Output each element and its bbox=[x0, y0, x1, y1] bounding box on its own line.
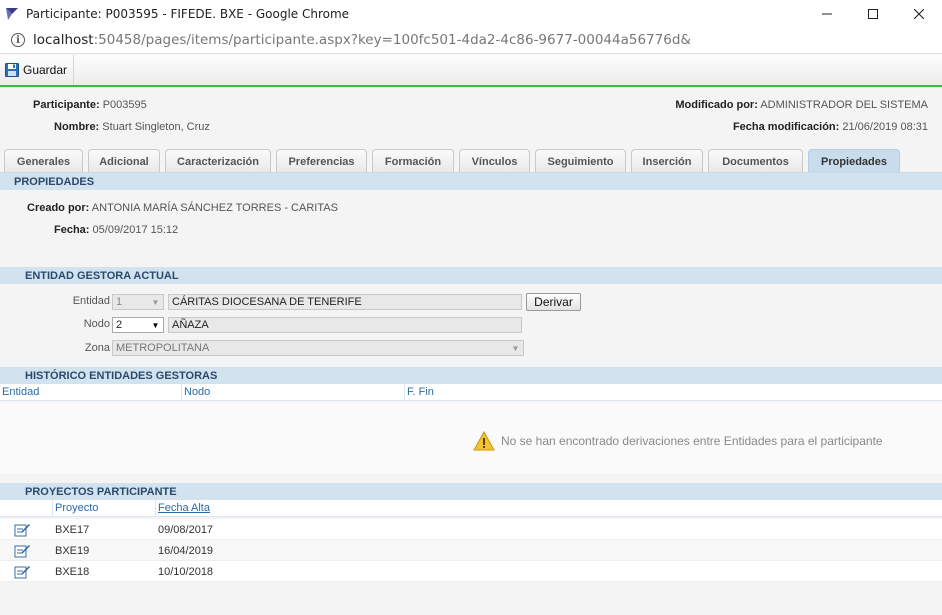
tab-vinculos[interactable]: Vínculos bbox=[459, 149, 530, 173]
nodo-code-select[interactable]: 2 ▼ bbox=[112, 317, 164, 333]
warning-icon bbox=[473, 431, 495, 451]
zona-select[interactable]: METROPOLITANA ▼ bbox=[112, 340, 524, 356]
tab-documentos[interactable]: Documentos bbox=[708, 149, 803, 173]
fecha-alta-cell: 10/10/2018 bbox=[158, 566, 214, 578]
tab-formacion[interactable]: Formación bbox=[372, 149, 454, 173]
proyectos-grid-header: Proyecto Fecha Alta bbox=[0, 500, 942, 517]
tab-preferencias[interactable]: Preferencias bbox=[276, 149, 367, 173]
fecha-creacion-value: 05/09/2017 15:12 bbox=[92, 224, 179, 236]
entidad-code-value: 1 bbox=[116, 296, 123, 308]
tab-strip: Generales Adicional Caracterización Pref… bbox=[4, 149, 905, 173]
maximize-button[interactable] bbox=[850, 0, 896, 27]
close-button[interactable] bbox=[896, 0, 942, 27]
url-path: :50458/pages/items/participante.aspx?key… bbox=[93, 32, 691, 48]
nodo-label: Nodo bbox=[83, 318, 110, 330]
edit-icon[interactable] bbox=[14, 564, 31, 579]
historico-col-nodo[interactable]: Nodo bbox=[181, 384, 210, 401]
chevron-down-icon: ▼ bbox=[151, 320, 160, 330]
fecha-modificacion-value: 21/06/2019 08:31 bbox=[842, 121, 928, 133]
nodo-code-value: 2 bbox=[116, 319, 123, 331]
participante-label: Participante: bbox=[33, 99, 100, 111]
chevron-down-icon: ▼ bbox=[151, 297, 160, 307]
proyecto-cell: BXE19 bbox=[55, 545, 90, 557]
nombre-value: Stuart Singleton, Cruz bbox=[102, 121, 210, 133]
tab-seguimiento[interactable]: Seguimiento bbox=[535, 149, 626, 173]
proyecto-cell: BXE18 bbox=[55, 566, 90, 578]
creado-info: Creado por: ANTONIA MARÍA SÁNCHEZ TORRES… bbox=[27, 202, 338, 214]
chevron-down-icon: ▼ bbox=[511, 343, 520, 353]
edit-icon[interactable] bbox=[14, 543, 31, 558]
tab-generales[interactable]: Generales bbox=[4, 149, 83, 173]
modificado-label: Modificado por: bbox=[675, 99, 758, 111]
close-icon bbox=[914, 8, 924, 19]
tab-propiedades[interactable]: Propiedades bbox=[808, 149, 900, 173]
tab-caracterizacion[interactable]: Caracterización bbox=[165, 149, 271, 173]
historico-empty-message: No se han encontrado derivaciones entre … bbox=[501, 434, 883, 448]
proyectos-section-title: PROYECTOS PARTICIPANTE bbox=[0, 483, 942, 500]
entidad-name-field: CÁRITAS DIOCESANA DE TENERIFE bbox=[168, 294, 522, 310]
historico-section-title: HISTÓRICO ENTIDADES GESTORAS bbox=[0, 367, 942, 384]
tab-adicional[interactable]: Adicional bbox=[88, 149, 160, 173]
table-row[interactable]: BXE19 16/04/2019 bbox=[0, 540, 942, 561]
modificado-info: Modificado por: ADMINISTRADOR DEL SISTEM… bbox=[675, 99, 928, 111]
creado-value: ANTONIA MARÍA SÁNCHEZ TORRES - CARITAS bbox=[91, 202, 338, 214]
fecha-alta-cell: 16/04/2019 bbox=[158, 545, 214, 557]
table-row[interactable]: BXE18 10/10/2018 bbox=[0, 561, 942, 582]
url-host: localhost bbox=[33, 32, 94, 48]
participante-value: P003595 bbox=[102, 99, 147, 111]
maximize-icon bbox=[868, 8, 878, 19]
fecha-creacion-label: Fecha: bbox=[54, 224, 90, 236]
participante-info: Participante: P003595 bbox=[33, 99, 147, 111]
tab-insercion[interactable]: Inserción bbox=[631, 149, 703, 173]
historico-col-entidad[interactable]: Entidad bbox=[2, 386, 39, 398]
modificado-value: ADMINISTRADOR DEL SISTEMA bbox=[760, 99, 928, 111]
historico-col-ffin[interactable]: F. Fin bbox=[404, 384, 434, 401]
proyectos-col-proyecto[interactable]: Proyecto bbox=[52, 500, 98, 517]
save-label: Guardar bbox=[23, 63, 68, 77]
fecha-modificacion-label: Fecha modificación: bbox=[732, 121, 840, 133]
fecha-creacion-info: Fecha: 05/09/2017 15:12 bbox=[54, 224, 178, 236]
edit-icon[interactable] bbox=[14, 522, 31, 537]
address-bar[interactable]: i localhost:50458/pages/items/participan… bbox=[0, 27, 942, 54]
derivar-button[interactable]: Derivar bbox=[526, 293, 581, 311]
creado-label: Creado por: bbox=[27, 202, 90, 214]
entidad-gestora-section-title: ENTIDAD GESTORA ACTUAL bbox=[0, 267, 942, 284]
zona-label: Zona bbox=[84, 342, 110, 354]
nodo-name-field: AÑAZA bbox=[168, 317, 522, 333]
proyectos-col-fecha-alta[interactable]: Fecha Alta bbox=[155, 500, 210, 517]
fecha-alta-cell: 09/08/2017 bbox=[158, 524, 214, 536]
fecha-modificacion-info: Fecha modificación: 21/06/2019 08:31 bbox=[733, 121, 928, 133]
window-titlebar: Participante: P003595 - FIFEDE. BXE - Go… bbox=[0, 0, 942, 27]
toolbar: Guardar bbox=[0, 55, 942, 87]
propiedades-section-title: PROPIEDADES bbox=[0, 173, 942, 190]
entidad-code-select[interactable]: 1 ▼ bbox=[112, 294, 164, 310]
save-button[interactable]: Guardar bbox=[0, 55, 75, 85]
minimize-icon bbox=[822, 13, 832, 14]
minimize-button[interactable] bbox=[804, 0, 850, 27]
zona-value: METROPOLITANA bbox=[116, 342, 210, 354]
proyecto-cell: BXE17 bbox=[55, 524, 90, 536]
table-row[interactable]: BXE17 09/08/2017 bbox=[0, 519, 942, 540]
window-title: Participante: P003595 - FIFEDE. BXE - Go… bbox=[26, 6, 350, 21]
nombre-info: Nombre: Stuart Singleton, Cruz bbox=[54, 121, 210, 133]
app-logo-icon bbox=[6, 7, 18, 20]
url-text[interactable]: localhost:50458/pages/items/participante… bbox=[33, 32, 691, 48]
floppy-disk-icon bbox=[5, 63, 19, 77]
entidad-label: Entidad bbox=[72, 295, 110, 307]
historico-grid-header: Entidad Nodo F. Fin bbox=[0, 384, 942, 401]
nombre-label: Nombre: bbox=[54, 121, 100, 133]
info-icon[interactable]: i bbox=[11, 33, 25, 47]
